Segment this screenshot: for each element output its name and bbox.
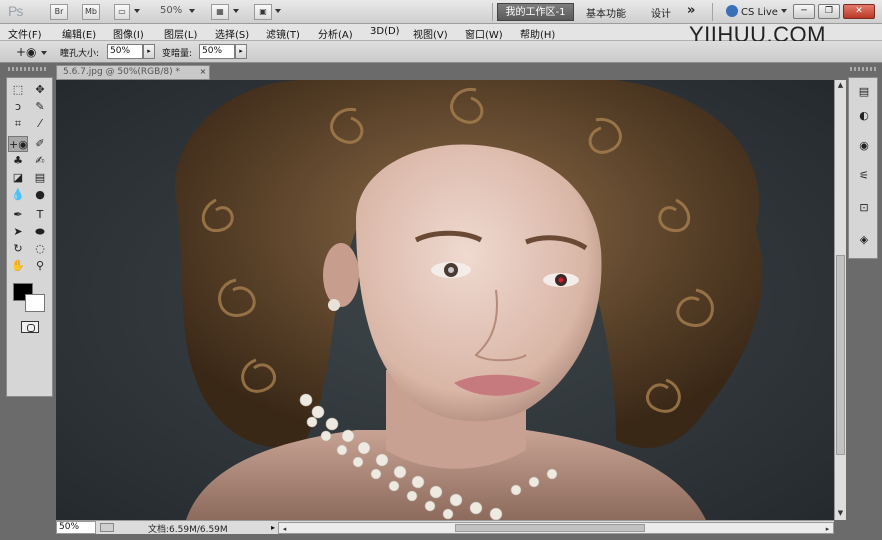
menu-layer[interactable]: 图层(L) <box>164 26 197 41</box>
darken-amount-label: 变暗量: <box>162 49 193 59</box>
arrange-documents-icon[interactable]: ▦ <box>211 4 229 20</box>
options-bar: +◉ 瞳孔大小: 50% ▸ 变暗量: 50% ▸ <box>0 41 882 63</box>
red-eye-tool-icon[interactable]: +◉ <box>8 136 28 152</box>
gradient-tool-icon[interactable]: ▤ <box>30 170 50 186</box>
path-selection-tool-icon[interactable]: ➤ <box>8 224 28 240</box>
channels-panel-icon[interactable]: ⚟ <box>855 168 873 184</box>
blur-tool-icon[interactable]: 💧 <box>8 187 28 203</box>
launch-bridge-button[interactable]: Br <box>50 4 68 20</box>
crop-tool-icon[interactable]: ⌗ <box>8 116 28 132</box>
minimize-button[interactable]: ─ <box>793 4 815 19</box>
vertical-scrollbar[interactable]: ▲ ▼ <box>834 80 846 520</box>
divider <box>712 3 713 21</box>
tools-panel: ⬚ ✥ ↄ ✎ ⌗ ⁄ +◉ ✐ ♣ ✍ ◪ ▤ 💧 ● ✒ T ➤ ⬬ ↻ ◌… <box>0 63 55 540</box>
horizontal-scroll-thumb[interactable] <box>455 524 645 532</box>
menu-3d[interactable]: 3D(D) <box>370 26 400 37</box>
more-workspaces-button[interactable]: » <box>687 3 695 18</box>
divider <box>492 3 493 21</box>
application-bar: Ps Br Mb ▭ 50% ▦ ▣ 我的工作区-1 基本功能 设计 » CS … <box>0 0 882 24</box>
view-extras-dropdown-icon[interactable] <box>134 9 140 13</box>
pupil-size-label: 瞳孔大小: <box>60 49 100 59</box>
dodge-tool-icon[interactable]: ● <box>30 187 50 203</box>
shape-tool-icon[interactable]: ⬬ <box>30 224 50 240</box>
menu-file[interactable]: 文件(F) <box>8 26 42 41</box>
history-brush-tool-icon[interactable]: ✍ <box>30 153 50 169</box>
pupil-size-input[interactable]: 50% <box>107 44 143 59</box>
eyedropper-tool-icon[interactable]: ⁄ <box>30 116 50 132</box>
background-color-swatch[interactable] <box>25 294 45 312</box>
status-info-icon[interactable] <box>100 523 114 532</box>
document-size-info: 文档:6.59M/6.59M <box>148 525 228 535</box>
darken-amount-slider-button[interactable]: ▸ <box>235 44 247 59</box>
status-bar: 50% 文档:6.59M/6.59M ▸ ◂ ▸ <box>56 520 834 535</box>
layers-panel-icon[interactable]: ▤ <box>855 84 873 100</box>
3d-layers-panel-icon[interactable]: ◈ <box>855 232 873 248</box>
document-tab[interactable]: 5.6.7.jpg @ 50%(RGB/8) * <box>56 65 210 80</box>
portrait-photo <box>56 80 834 520</box>
quick-selection-tool-icon[interactable]: ✎ <box>30 99 50 115</box>
menu-edit[interactable]: 编辑(E) <box>62 26 96 41</box>
status-menu-icon[interactable]: ▸ <box>268 521 278 534</box>
marquee-tool-icon[interactable]: ⬚ <box>8 82 28 98</box>
photoshop-logo: Ps <box>8 3 23 19</box>
zoom-level-field[interactable]: 50% <box>160 5 182 16</box>
status-zoom-field[interactable]: 50% <box>56 521 96 534</box>
zoom-dropdown-icon[interactable] <box>189 9 195 13</box>
close-button[interactable]: ✕ <box>843 4 875 19</box>
workspace-design[interactable]: 设计 <box>651 5 671 20</box>
panel-grip[interactable] <box>850 67 878 71</box>
menu-image[interactable]: 图像(I) <box>113 26 144 41</box>
move-tool-icon[interactable]: ✥ <box>30 82 50 98</box>
arrange-dropdown-icon[interactable] <box>233 9 239 13</box>
menu-window[interactable]: 窗口(W) <box>465 26 503 41</box>
restore-button[interactable]: ❐ <box>818 4 840 19</box>
scroll-down-icon[interactable]: ▼ <box>835 508 846 518</box>
menu-help[interactable]: 帮助(H) <box>520 26 555 41</box>
red-eye-tool-icon: +◉ <box>16 45 37 59</box>
photoshop-window: Ps Br Mb ▭ 50% ▦ ▣ 我的工作区-1 基本功能 设计 » CS … <box>0 0 882 540</box>
launch-minibridge-button[interactable]: Mb <box>82 4 100 20</box>
tools-container: ⬚ ✥ ↄ ✎ ⌗ ⁄ +◉ ✐ ♣ ✍ ◪ ▤ 💧 ● ✒ T ➤ ⬬ ↻ ◌… <box>6 77 53 397</box>
3d-orbit-tool-icon[interactable]: ◌ <box>30 241 50 257</box>
panel-dock: ▤ ◐ ◉ ⚟ ⊡ ◈ <box>846 63 882 540</box>
pen-tool-icon[interactable]: ✒ <box>8 207 28 223</box>
clone-stamp-tool-icon[interactable]: ♣ <box>8 153 28 169</box>
cs-live-icon <box>726 5 738 17</box>
cs-live-label: CS Live <box>741 7 778 18</box>
workspace-my-workspace[interactable]: 我的工作区-1 <box>497 3 574 21</box>
close-document-icon[interactable]: × <box>198 67 208 77</box>
vertical-scroll-thumb[interactable] <box>836 255 845 455</box>
screen-mode-dropdown-icon[interactable] <box>275 9 281 13</box>
transform-panel-icon[interactable]: ⊡ <box>855 200 873 216</box>
scroll-left-icon[interactable]: ◂ <box>279 524 290 534</box>
zoom-tool-icon[interactable]: ⚲ <box>30 258 50 274</box>
menu-view[interactable]: 视图(V) <box>413 26 448 41</box>
3d-rotate-tool-icon[interactable]: ↻ <box>8 241 28 257</box>
menu-analysis[interactable]: 分析(A) <box>318 26 353 41</box>
panel-grip[interactable] <box>8 67 48 71</box>
eraser-tool-icon[interactable]: ◪ <box>8 170 28 186</box>
horizontal-scrollbar[interactable]: ◂ ▸ <box>278 522 834 534</box>
document-canvas[interactable] <box>56 80 834 520</box>
scroll-right-icon[interactable]: ▸ <box>822 524 833 534</box>
quick-mask-icon[interactable] <box>21 321 39 333</box>
masks-panel-icon[interactable]: ◉ <box>855 138 873 154</box>
darken-amount-input[interactable]: 50% <box>199 44 235 59</box>
cs-live-button[interactable]: CS Live <box>726 5 778 18</box>
menu-filter[interactable]: 滤镜(T) <box>266 26 300 41</box>
brush-tool-icon[interactable]: ✐ <box>30 136 50 152</box>
pupil-size-slider-button[interactable]: ▸ <box>143 44 155 59</box>
collapsed-panels: ▤ ◐ ◉ ⚟ ⊡ ◈ <box>848 77 878 259</box>
adjustments-panel-icon[interactable]: ◐ <box>855 108 873 124</box>
tool-preset-dropdown-icon[interactable] <box>41 51 47 55</box>
hand-tool-icon[interactable]: ✋ <box>8 258 28 274</box>
workspace-essentials[interactable]: 基本功能 <box>586 5 626 20</box>
type-tool-icon[interactable]: T <box>30 207 50 223</box>
view-extras-icon[interactable]: ▭ <box>114 4 130 20</box>
cs-live-dropdown-icon[interactable] <box>781 9 787 13</box>
scroll-up-icon[interactable]: ▲ <box>835 80 846 90</box>
screen-mode-icon[interactable]: ▣ <box>254 4 272 20</box>
lasso-tool-icon[interactable]: ↄ <box>8 99 28 115</box>
menu-select[interactable]: 选择(S) <box>215 26 249 41</box>
